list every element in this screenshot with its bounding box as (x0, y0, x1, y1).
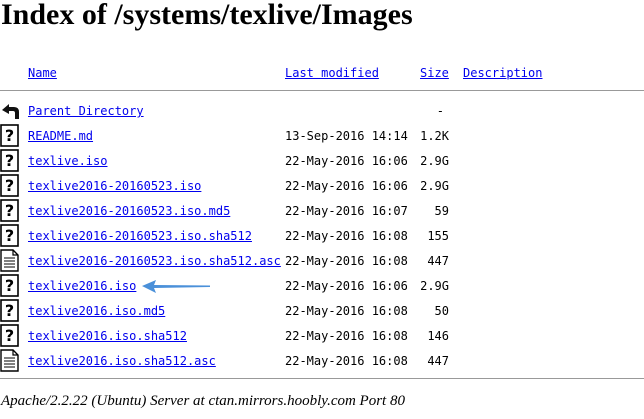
file-size: 447 (427, 354, 449, 368)
svg-text:?: ? (5, 126, 14, 145)
svg-text:?: ? (5, 226, 14, 245)
unknown-file-icon: ? (0, 199, 19, 222)
file-link[interactable]: texlive2016.iso.sha512 (28, 329, 187, 343)
last-modified: 22-May-2016 16:08 (285, 329, 408, 343)
last-modified: 22-May-2016 16:08 (285, 254, 408, 268)
file-size: 146 (427, 329, 449, 343)
page-title: Index of /systems/texlive/Images (1, 0, 413, 31)
sort-by-size-link[interactable]: Size (420, 66, 449, 80)
parent-size: - (436, 104, 444, 118)
sort-by-description-link[interactable]: Description (463, 66, 542, 80)
table-row: ? texlive2016.iso.sha512 22-May-2016 16:08… (0, 324, 644, 351)
file-size: 2.9G (420, 279, 449, 293)
unknown-file-icon: ? (0, 299, 19, 322)
svg-text:?: ? (5, 151, 14, 170)
file-link[interactable]: texlive.iso (28, 154, 107, 168)
file-link[interactable]: texlive2016.iso.sha512.asc (28, 354, 216, 368)
top-divider (0, 90, 644, 91)
last-modified: 22-May-2016 16:08 (285, 354, 408, 368)
sort-by-last-modified-link[interactable]: Last modified (285, 66, 379, 80)
file-link[interactable]: texlive2016-20160523.iso.sha512.asc (28, 254, 281, 268)
parent-directory-row: Parent Directory - (0, 101, 644, 126)
text-file-icon (0, 249, 19, 272)
table-row: ? texlive.iso 22-May-2016 16:06 2.9G (0, 149, 644, 176)
svg-text:?: ? (5, 301, 14, 320)
file-link[interactable]: texlive2016.iso.md5 (28, 304, 165, 318)
parent-directory-link[interactable]: Parent Directory (28, 104, 144, 118)
unknown-file-icon: ? (0, 324, 19, 347)
server-signature: Apache/2.2.22 (Ubuntu) Server at ctan.mi… (1, 393, 405, 409)
file-size: 155 (427, 229, 449, 243)
table-row: ? texlive2016.iso 22-May-2016 16:06 2.9G (0, 274, 644, 301)
file-size: 1.2K (420, 129, 449, 143)
table-row: ? texlive2016.iso.md5 22-May-2016 16:08 50 (0, 299, 644, 326)
unknown-file-icon: ? (0, 174, 19, 197)
table-row: texlive2016.iso.sha512.asc 22-May-2016 16… (0, 349, 644, 376)
table-row: ? README.md 13-Sep-2016 14:14 1.2K (0, 124, 644, 151)
table-row: texlive2016-20160523.iso.sha512.asc 22-Ma… (0, 249, 644, 276)
file-size: 447 (427, 254, 449, 268)
text-file-icon (0, 349, 19, 372)
bottom-divider (0, 378, 644, 379)
last-modified: 22-May-2016 16:08 (285, 304, 408, 318)
sort-by-name-link[interactable]: Name (28, 66, 57, 80)
svg-text:?: ? (5, 276, 14, 295)
file-size: 2.9G (420, 179, 449, 193)
file-size: 2.9G (420, 154, 449, 168)
file-link[interactable]: texlive2016-20160523.iso.md5 (28, 204, 230, 218)
file-size: 59 (434, 204, 449, 218)
file-link[interactable]: README.md (28, 129, 93, 143)
svg-text:?: ? (5, 176, 14, 195)
table-row: ? texlive2016-20160523.iso.sha512 22-May-2… (0, 224, 644, 251)
last-modified: 22-May-2016 16:06 (285, 179, 408, 193)
file-link[interactable]: texlive2016-20160523.iso.sha512 (28, 229, 252, 243)
table-row: ? texlive2016-20160523.iso 22-May-2016 16:… (0, 174, 644, 201)
unknown-file-icon: ? (0, 224, 19, 247)
file-link[interactable]: texlive2016.iso (28, 279, 136, 293)
arrow-left-icon (142, 280, 210, 293)
last-modified: 13-Sep-2016 14:14 (285, 129, 408, 143)
table-row: ? texlive2016-20160523.iso.md5 22-May-2016… (0, 199, 644, 226)
unknown-file-icon: ? (0, 149, 19, 172)
last-modified: 22-May-2016 16:06 (285, 154, 408, 168)
file-link[interactable]: texlive2016-20160523.iso (28, 179, 201, 193)
file-size: 50 (434, 304, 449, 318)
unknown-file-icon: ? (0, 274, 19, 297)
svg-text:?: ? (5, 201, 14, 220)
unknown-file-icon: ? (0, 124, 19, 147)
back-arrow-icon (2, 104, 19, 119)
svg-text:?: ? (5, 326, 14, 345)
last-modified: 22-May-2016 16:07 (285, 204, 408, 218)
last-modified: 22-May-2016 16:08 (285, 229, 408, 243)
last-modified: 22-May-2016 16:06 (285, 279, 408, 293)
